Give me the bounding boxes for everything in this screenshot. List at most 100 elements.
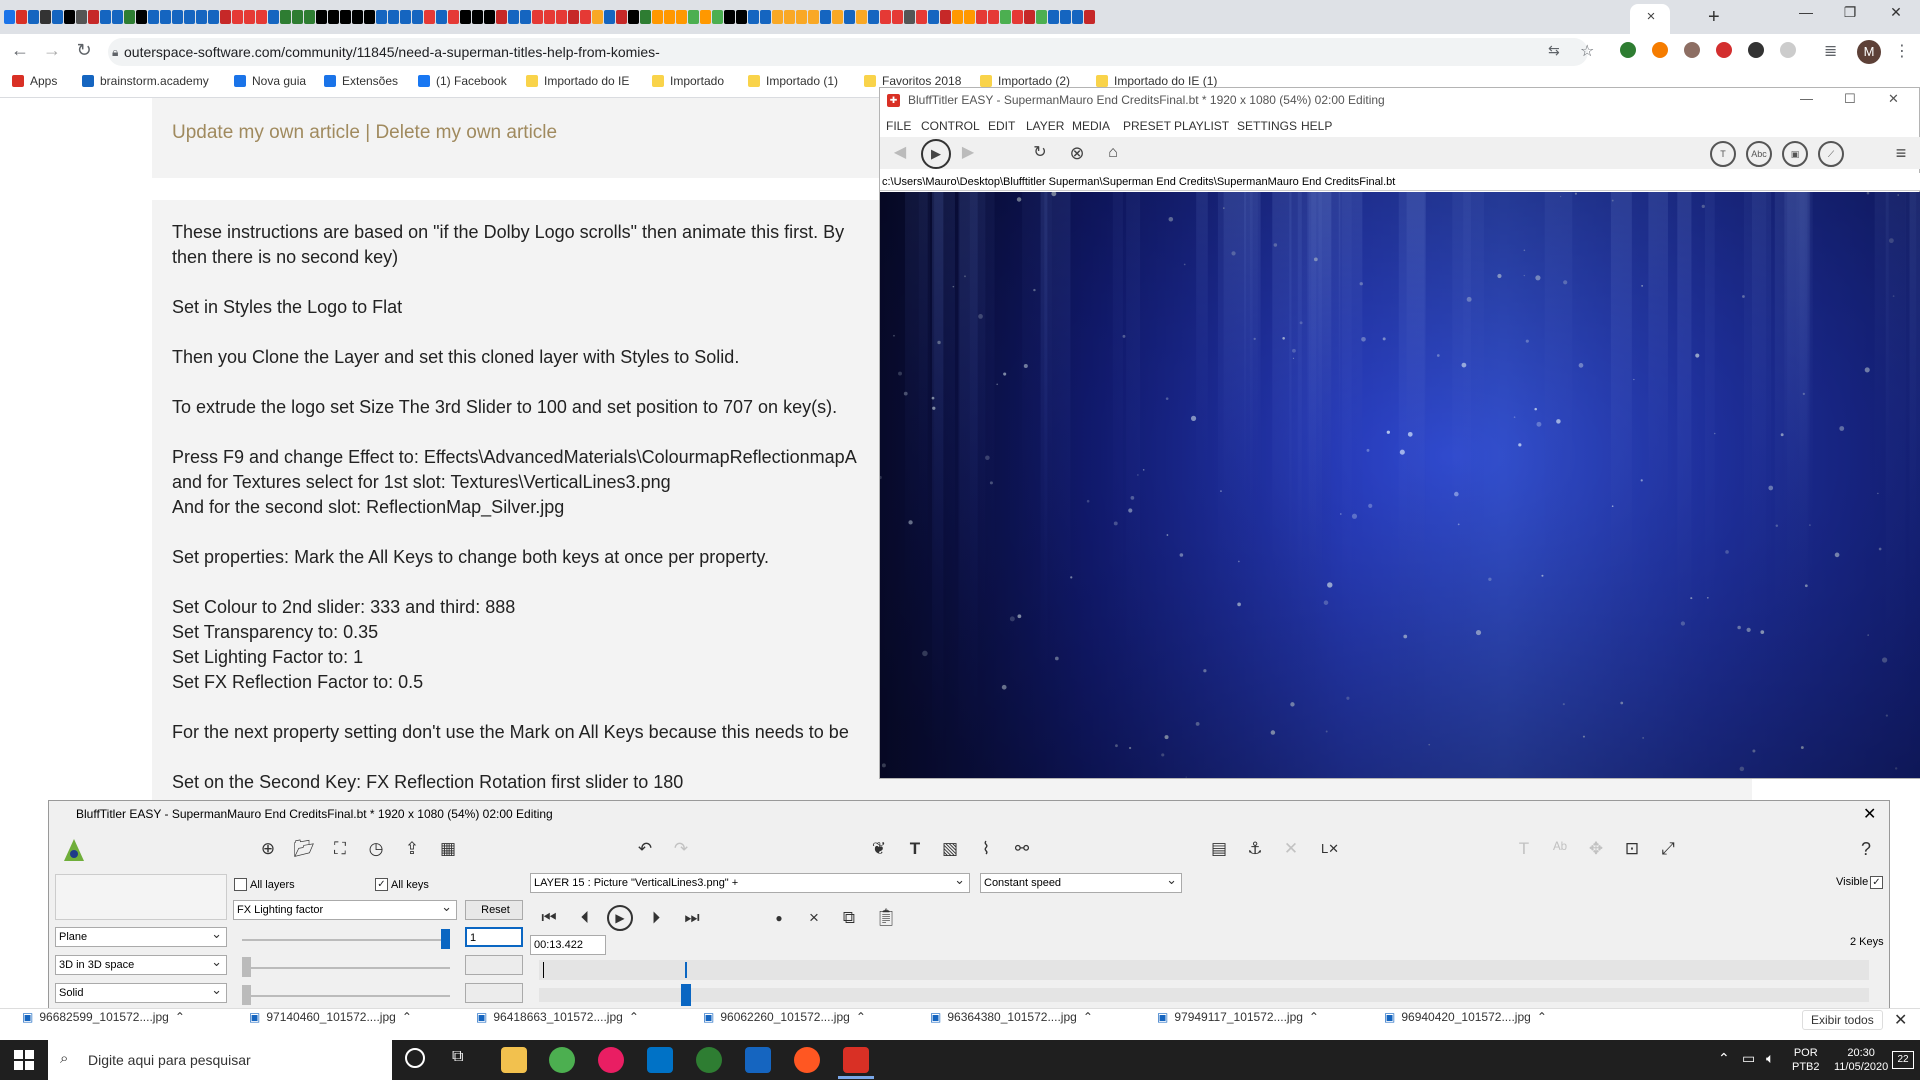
download-item[interactable]: ▣ 96062260_101572....jpg ⌃ xyxy=(703,1010,866,1024)
tab-favicon-icon[interactable] xyxy=(796,10,807,24)
tab-favicon-icon[interactable] xyxy=(628,10,639,24)
tab-favicon-icon[interactable] xyxy=(220,10,231,24)
tab-favicon-icon[interactable] xyxy=(832,10,843,24)
tab-favicon-icon[interactable] xyxy=(868,10,879,24)
extension-icon[interactable] xyxy=(1748,42,1764,58)
delete-key-icon[interactable]: × xyxy=(801,905,827,931)
move-disabled-icon[interactable]: ✥ xyxy=(1583,836,1609,862)
extension-icon[interactable] xyxy=(1780,42,1796,58)
go-to-end-icon[interactable]: ⏭︎ xyxy=(679,905,705,931)
chevron-up-icon[interactable]: ⌃ xyxy=(1537,1010,1547,1024)
tab-favicon-icon[interactable] xyxy=(412,10,423,24)
chevron-up-icon[interactable]: ⌃ xyxy=(856,1010,866,1024)
menu-settings[interactable]: SETTINGS xyxy=(1237,119,1297,133)
player-maximize-button[interactable]: ☐ xyxy=(1844,91,1856,107)
tab-favicon-icon[interactable] xyxy=(544,10,555,24)
tab-favicon-icon[interactable] xyxy=(436,10,447,24)
record-key-icon[interactable]: ● xyxy=(766,905,792,931)
slider-3-thumb[interactable] xyxy=(242,985,251,1005)
translate-icon[interactable]: ⇆ xyxy=(1548,42,1560,59)
value-slider-thumb[interactable] xyxy=(441,929,450,949)
tab-favicon-icon[interactable] xyxy=(52,10,63,24)
tab-favicon-icon[interactable] xyxy=(784,10,795,24)
tab-favicon-icon[interactable] xyxy=(448,10,459,24)
abc-tool-icon[interactable]: Abc xyxy=(1746,141,1772,167)
tab-favicon-icon[interactable] xyxy=(172,10,183,24)
tab-favicon-icon[interactable] xyxy=(1000,10,1011,24)
tab-favicon-icon[interactable] xyxy=(136,10,147,24)
itunes-icon[interactable] xyxy=(598,1047,624,1073)
abc-tool-disabled-icon[interactable]: ᴬᵇ xyxy=(1547,836,1573,862)
davinci-icon[interactable] xyxy=(794,1047,820,1073)
bookmark-apps[interactable]: Apps xyxy=(12,74,57,88)
space-select[interactable]: 3D in 3D space xyxy=(55,955,227,975)
menu-layer[interactable]: LAYER xyxy=(1026,119,1064,133)
tab-favicon-icon[interactable] xyxy=(688,10,699,24)
redo-icon[interactable]: ↷ xyxy=(668,836,694,862)
reload-icon[interactable]: ↻ xyxy=(72,40,96,61)
player-minimize-button[interactable]: — xyxy=(1800,91,1813,106)
tab-favicon-icon[interactable] xyxy=(616,10,627,24)
tab-favicon-icon[interactable] xyxy=(556,10,567,24)
chevron-up-icon[interactable]: ⌃ xyxy=(629,1010,639,1024)
utorrent-icon[interactable] xyxy=(696,1047,722,1073)
chevron-up-icon[interactable]: ⌃ xyxy=(1083,1010,1093,1024)
blufftitler-taskbar-icon[interactable] xyxy=(843,1047,869,1073)
menu-file[interactable]: FILE xyxy=(886,119,911,133)
path-icon[interactable]: ⌇ xyxy=(973,836,999,862)
tab-favicon-icon[interactable] xyxy=(496,10,507,24)
lock-icon[interactable]: 🔒︎ xyxy=(112,45,118,60)
network-icon[interactable]: ▭ xyxy=(1742,1050,1755,1067)
tab-favicon-icon[interactable] xyxy=(532,10,543,24)
tab-favicon-icon[interactable] xyxy=(208,10,219,24)
tab-favicon-icon[interactable] xyxy=(928,10,939,24)
copy-key-icon[interactable]: ⧉ xyxy=(836,905,862,931)
tab-favicon-icon[interactable] xyxy=(424,10,435,24)
render-preview[interactable] xyxy=(880,192,1920,778)
input-language[interactable]: POR PTB2 xyxy=(1792,1046,1820,1074)
tab-favicon-icon[interactable] xyxy=(304,10,315,24)
tray-chevron-icon[interactable]: ⌃ xyxy=(1718,1050,1730,1067)
menu-media[interactable]: MEDIA xyxy=(1072,119,1110,133)
tab-favicon-icon[interactable] xyxy=(232,10,243,24)
tab-favicon-icon[interactable] xyxy=(148,10,159,24)
add-layer-icon[interactable]: ⊕ xyxy=(255,836,281,862)
tab-favicon-icon[interactable] xyxy=(580,10,591,24)
reset-button[interactable]: Reset xyxy=(465,900,523,920)
bookmark-item[interactable]: Importado (1) xyxy=(748,74,838,88)
tab-favicon-icon[interactable] xyxy=(340,10,351,24)
text-tool-disabled-icon[interactable]: T xyxy=(1511,836,1537,862)
tab-favicon-icon[interactable] xyxy=(64,10,75,24)
tab-favicon-icon[interactable] xyxy=(484,10,495,24)
anchor-icon[interactable]: ⚓︎ xyxy=(1242,836,1268,862)
bookmark-item[interactable]: Nova guia xyxy=(234,74,306,88)
download-item[interactable]: ▣ 96418663_101572....jpg ⌃ xyxy=(476,1010,639,1024)
tab-favicon-icon[interactable] xyxy=(880,10,891,24)
tab-favicon-icon[interactable] xyxy=(760,10,771,24)
menu-preset[interactable]: PRESET xyxy=(1123,119,1171,133)
bookmark-item[interactable]: Extensões xyxy=(324,74,398,88)
close-window-button[interactable]: ✕ xyxy=(1876,4,1916,21)
tab-favicon-icon[interactable] xyxy=(244,10,255,24)
tab-favicon-icon[interactable] xyxy=(1060,10,1071,24)
tab-favicon-icon[interactable] xyxy=(640,10,651,24)
value-input[interactable]: 1 xyxy=(465,927,523,947)
stop-icon[interactable]: ⊗ xyxy=(1066,142,1088,164)
timeline-track[interactable] xyxy=(539,960,1869,980)
media-control-icon[interactable]: ≣ xyxy=(1824,41,1837,61)
tab-favicon-icon[interactable] xyxy=(988,10,999,24)
tab-favicon-icon[interactable] xyxy=(808,10,819,24)
slider-2-thumb[interactable] xyxy=(242,957,251,977)
timeline-scroll[interactable] xyxy=(539,988,1869,1002)
bookmark-item[interactable]: Importado do IE (1) xyxy=(1096,74,1217,88)
chevron-up-icon[interactable]: ⌃ xyxy=(1309,1010,1319,1024)
tab-favicon-icon[interactable] xyxy=(652,10,663,24)
tab-favicon-icon[interactable] xyxy=(700,10,711,24)
chrome-menu-icon[interactable]: ⋮ xyxy=(1894,41,1910,61)
go-to-start-icon[interactable]: ⏮︎ xyxy=(536,905,562,931)
tab-favicon-icon[interactable] xyxy=(28,10,39,24)
tab-favicon-icon[interactable] xyxy=(184,10,195,24)
project-path[interactable]: c:\Users\Mauro\Desktop\Blufftitler Super… xyxy=(880,173,1920,191)
tab-favicon-icon[interactable] xyxy=(952,10,963,24)
clock-icon[interactable]: ◷ xyxy=(363,836,389,862)
